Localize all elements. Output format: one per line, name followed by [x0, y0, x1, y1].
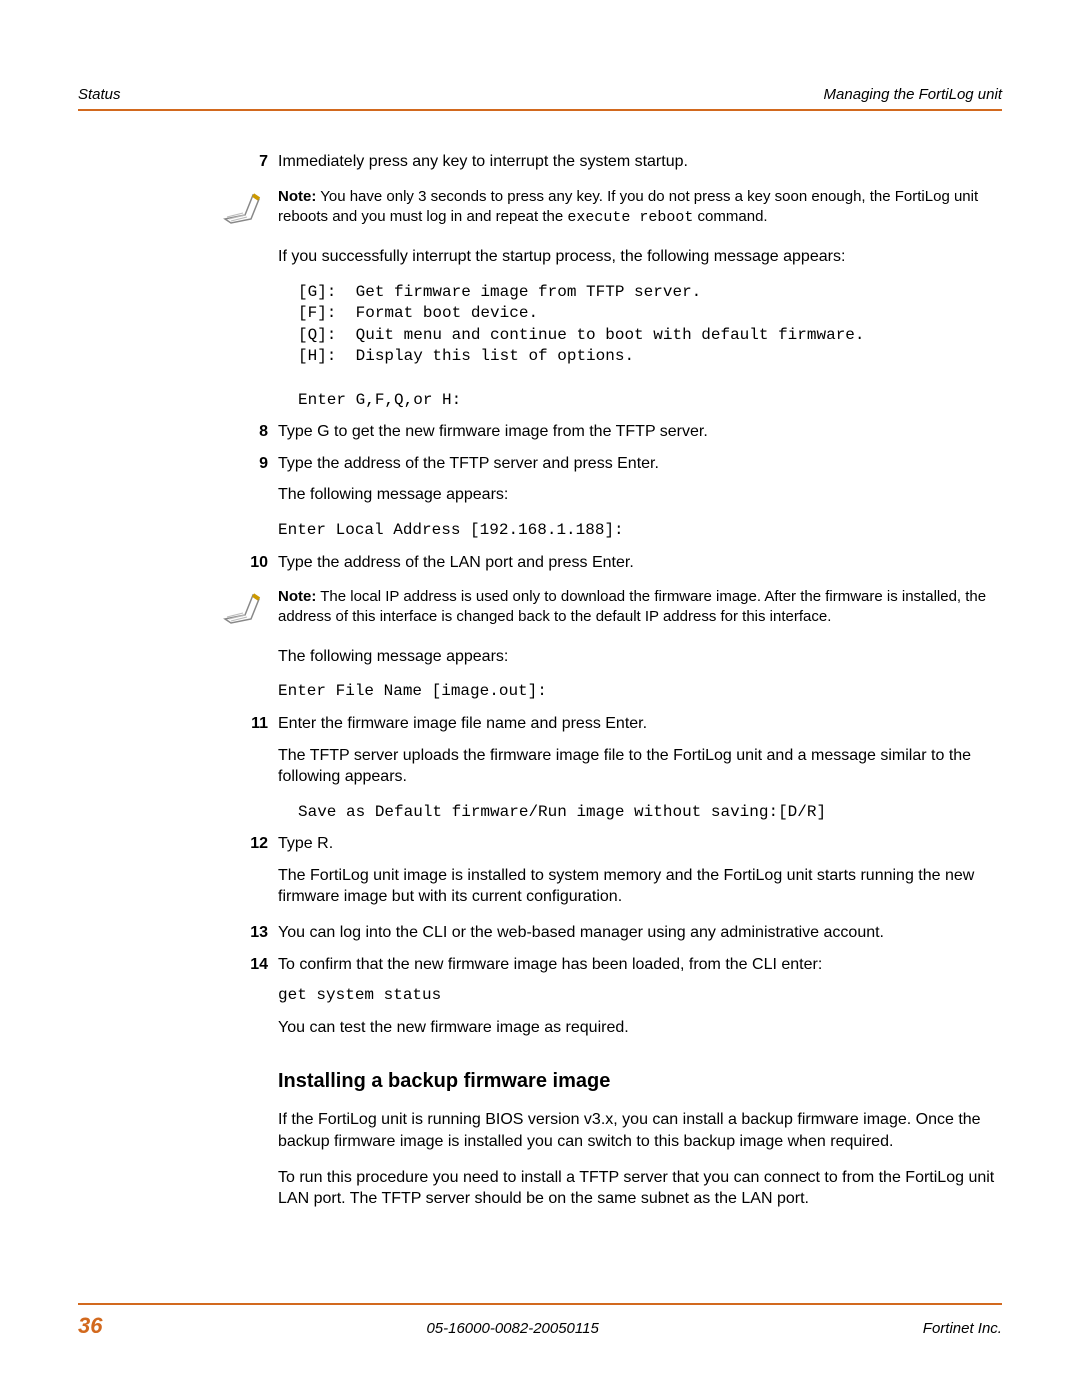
step-10-msg: The following message appears:	[278, 646, 998, 668]
step-text: Enter the firmware image file name and p…	[278, 715, 647, 732]
step-14-code: get system status	[278, 985, 998, 1007]
step-number: 10	[233, 552, 268, 574]
step-number: 11	[233, 713, 268, 735]
boot-menu-code: [G]: Get firmware image from TFTP server…	[298, 282, 998, 412]
section-p1: If the FortiLog unit is running BIOS ver…	[278, 1109, 998, 1152]
step-number: 8	[233, 421, 268, 443]
step-14-p: You can test the new firmware image as r…	[278, 1017, 998, 1039]
step-11-p: The TFTP server uploads the firmware ima…	[278, 745, 998, 788]
section-heading: Installing a backup firmware image	[278, 1068, 998, 1095]
note-label: Note:	[278, 188, 316, 205]
step-7: 7 Immediately press any key to interrupt…	[278, 151, 998, 173]
step-8: 8 Type G to get the new firmware image f…	[278, 421, 998, 443]
step-text: Type the address of the LAN port and pre…	[278, 554, 634, 571]
interrupt-msg: If you successfully interrupt the startu…	[278, 246, 998, 268]
step-text: To confirm that the new firmware image h…	[278, 956, 822, 973]
step-9: 9 Type the address of the TFTP server an…	[278, 453, 998, 475]
note-icon	[223, 189, 263, 225]
step-number: 13	[233, 922, 268, 944]
step-10-code: Enter File Name [image.out]:	[278, 681, 998, 703]
step-number: 12	[233, 833, 268, 855]
page-header: Status Managing the FortiLog unit	[78, 86, 1002, 111]
step-9-msg: The following message appears:	[278, 484, 998, 506]
section-p2: To run this procedure you need to instal…	[278, 1167, 998, 1210]
step-text: Type R.	[278, 835, 333, 852]
company-name: Fortinet Inc.	[923, 1320, 1002, 1337]
step-13: 13 You can log into the CLI or the web-b…	[278, 922, 998, 944]
step-14: 14 To confirm that the new firmware imag…	[278, 954, 998, 976]
page-footer: 36 05-16000-0082-20050115 Fortinet Inc.	[78, 1303, 1002, 1339]
step-11-code: Save as Default firmware/Run image witho…	[298, 802, 998, 824]
note-1: Note: You have only 3 seconds to press a…	[278, 187, 998, 229]
step-number: 9	[233, 453, 268, 475]
step-number: 14	[233, 954, 268, 976]
step-12: 12 Type R.	[278, 833, 998, 855]
note-icon	[223, 589, 263, 625]
step-12-p: The FortiLog unit image is installed to …	[278, 865, 998, 908]
note-text: The local IP address is used only to dow…	[278, 588, 986, 625]
step-text: Type the address of the TFTP server and …	[278, 455, 659, 472]
body-content: 7 Immediately press any key to interrupt…	[278, 151, 998, 1210]
step-text: Immediately press any key to interrupt t…	[278, 153, 688, 170]
step-11: 11 Enter the firmware image file name an…	[278, 713, 998, 735]
doc-id: 05-16000-0082-20050115	[426, 1320, 598, 1337]
page-number: 36	[78, 1313, 102, 1339]
note-label: Note:	[278, 588, 316, 605]
step-text: You can log into the CLI or the web-base…	[278, 924, 884, 941]
step-text: Type G to get the new firmware image fro…	[278, 423, 708, 440]
step-9-code: Enter Local Address [192.168.1.188]:	[278, 520, 998, 542]
step-10: 10 Type the address of the LAN port and …	[278, 552, 998, 574]
page: Status Managing the FortiLog unit 7 Imme…	[0, 0, 1080, 1397]
header-left: Status	[78, 86, 121, 103]
step-number: 7	[233, 151, 268, 173]
header-right: Managing the FortiLog unit	[824, 86, 1002, 103]
note-text-post: command.	[693, 208, 767, 225]
note-2: Note: The local IP address is used only …	[278, 587, 998, 628]
note-cmd: execute reboot	[567, 209, 693, 226]
